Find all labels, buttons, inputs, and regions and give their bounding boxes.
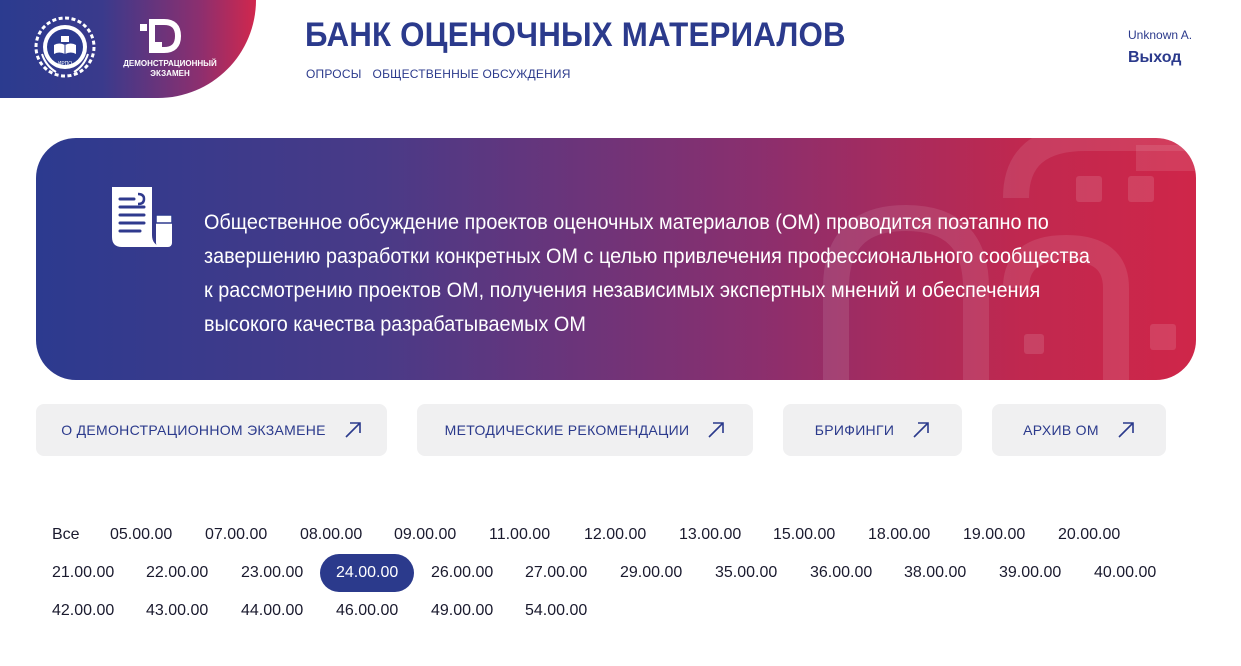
irpo-emblem-icon[interactable]: ИРПО: [34, 16, 96, 78]
code-filter-item[interactable]: 44.00.00: [225, 592, 319, 630]
code-filter: Все 05.00.00 07.00.00 08.00.00 09.00.00 …: [36, 516, 1216, 630]
demo-exam-caption-line2: ЭКЗАМЕН: [150, 69, 190, 78]
code-filter-item[interactable]: 09.00.00: [378, 516, 472, 554]
demo-exam-caption-line1: ДЕМОНСТРАЦИОННЫЙ: [123, 59, 217, 68]
link-briefings-button[interactable]: БРИФИНГИ: [783, 404, 962, 456]
code-filter-item[interactable]: 49.00.00: [415, 592, 509, 630]
code-filter-item[interactable]: 22.00.00: [130, 554, 224, 592]
code-filter-item[interactable]: 18.00.00: [852, 516, 946, 554]
code-filter-item[interactable]: 54.00.00: [509, 592, 603, 630]
code-filter-item[interactable]: 07.00.00: [189, 516, 283, 554]
info-banner: Общественное обсуждение проектов оценочн…: [36, 138, 1196, 380]
link-briefings-label: БРИФИНГИ: [814, 422, 895, 438]
emblem-label: ИРПО: [58, 61, 73, 67]
code-filter-item[interactable]: 15.00.00: [757, 516, 851, 554]
code-filter-item[interactable]: 46.00.00: [320, 592, 414, 630]
arrow-up-right-icon: [708, 422, 725, 438]
code-row: Все 05.00.00 07.00.00 08.00.00 09.00.00 …: [36, 516, 1216, 554]
link-archive-label: АРХИВ ОМ: [1023, 422, 1099, 438]
logo-area: ИРПО ДЕМОНСТРАЦИОННЫЙ ЭКЗАМЕН: [0, 0, 256, 98]
code-filter-item[interactable]: 27.00.00: [509, 554, 603, 592]
code-filter-item-selected[interactable]: 24.00.00: [320, 554, 415, 592]
code-row: 42.00.00 43.00.00 44.00.00 46.00.00 49.0…: [36, 592, 1216, 630]
code-filter-item[interactable]: 39.00.00: [983, 554, 1077, 592]
code-filter-item[interactable]: 11.00.00: [473, 516, 566, 554]
code-filter-item[interactable]: 26.00.00: [415, 554, 509, 592]
code-filter-item[interactable]: 20.00.00: [1042, 516, 1136, 554]
demo-exam-caption: ДЕМОНСТРАЦИОННЫЙ ЭКЗАМЕН: [120, 59, 220, 79]
code-filter-item[interactable]: 43.00.00: [130, 592, 224, 630]
code-filter-item[interactable]: Все: [36, 516, 96, 554]
code-filter-item[interactable]: 23.00.00: [225, 554, 319, 592]
code-filter-item[interactable]: 38.00.00: [888, 554, 982, 592]
user-name: Unknown A.: [1128, 28, 1193, 42]
site-title[interactable]: БАНК ОЦЕНОЧНЫХ МАТЕРИАЛОВ: [305, 16, 846, 55]
code-filter-item[interactable]: 05.00.00: [94, 516, 188, 554]
code-filter-item[interactable]: 08.00.00: [284, 516, 378, 554]
nav-link-public-discussions[interactable]: ОБЩЕСТВЕННЫЕ ОБСУЖДЕНИЯ: [373, 67, 571, 81]
link-guidelines-button[interactable]: МЕТОДИЧЕСКИЕ РЕКОМЕНДАЦИИ: [417, 404, 753, 456]
arrow-up-right-icon: [913, 422, 930, 438]
nav-link-surveys[interactable]: ОПРОСЫ: [306, 67, 362, 81]
user-box: Unknown A. Выход: [1128, 28, 1228, 67]
top-nav: ОПРОСЫ ОБЩЕСТВЕННЫЕ ОБСУЖДЕНИЯ: [306, 67, 571, 81]
link-demo-exam-label: О ДЕМОНСТРАЦИОННОМ ЭКЗАМЕНЕ: [61, 422, 326, 438]
code-filter-item[interactable]: 12.00.00: [568, 516, 662, 554]
link-demo-exam-button[interactable]: О ДЕМОНСТРАЦИОННОМ ЭКЗАМЕНЕ: [36, 404, 387, 456]
logout-link[interactable]: Выход: [1128, 49, 1228, 67]
code-filter-item[interactable]: 35.00.00: [699, 554, 793, 592]
banner-text: Общественное обсуждение проектов оценочн…: [204, 211, 1090, 336]
code-filter-item[interactable]: 29.00.00: [604, 554, 698, 592]
code-filter-item[interactable]: 40.00.00: [1078, 554, 1172, 592]
arrow-up-right-icon: [1118, 422, 1134, 438]
arrow-up-right-icon: [345, 422, 361, 438]
document-icon: [112, 187, 173, 247]
link-guidelines-label: МЕТОДИЧЕСКИЕ РЕКОМЕНДАЦИИ: [444, 422, 690, 438]
code-filter-item[interactable]: 13.00.00: [663, 516, 757, 554]
code-filter-item[interactable]: 36.00.00: [794, 554, 888, 592]
link-archive-button[interactable]: АРХИВ ОМ: [992, 404, 1166, 456]
code-filter-item[interactable]: 42.00.00: [36, 592, 130, 630]
code-row: 21.00.00 22.00.00 23.00.00 24.00.00 26.0…: [36, 554, 1216, 592]
link-buttons: О ДЕМОНСТРАЦИОННОМ ЭКЗАМЕНЕ МЕТОДИЧЕСКИЕ…: [0, 404, 1241, 456]
code-filter-item[interactable]: 19.00.00: [947, 516, 1041, 554]
code-filter-item[interactable]: 21.00.00: [36, 554, 130, 592]
